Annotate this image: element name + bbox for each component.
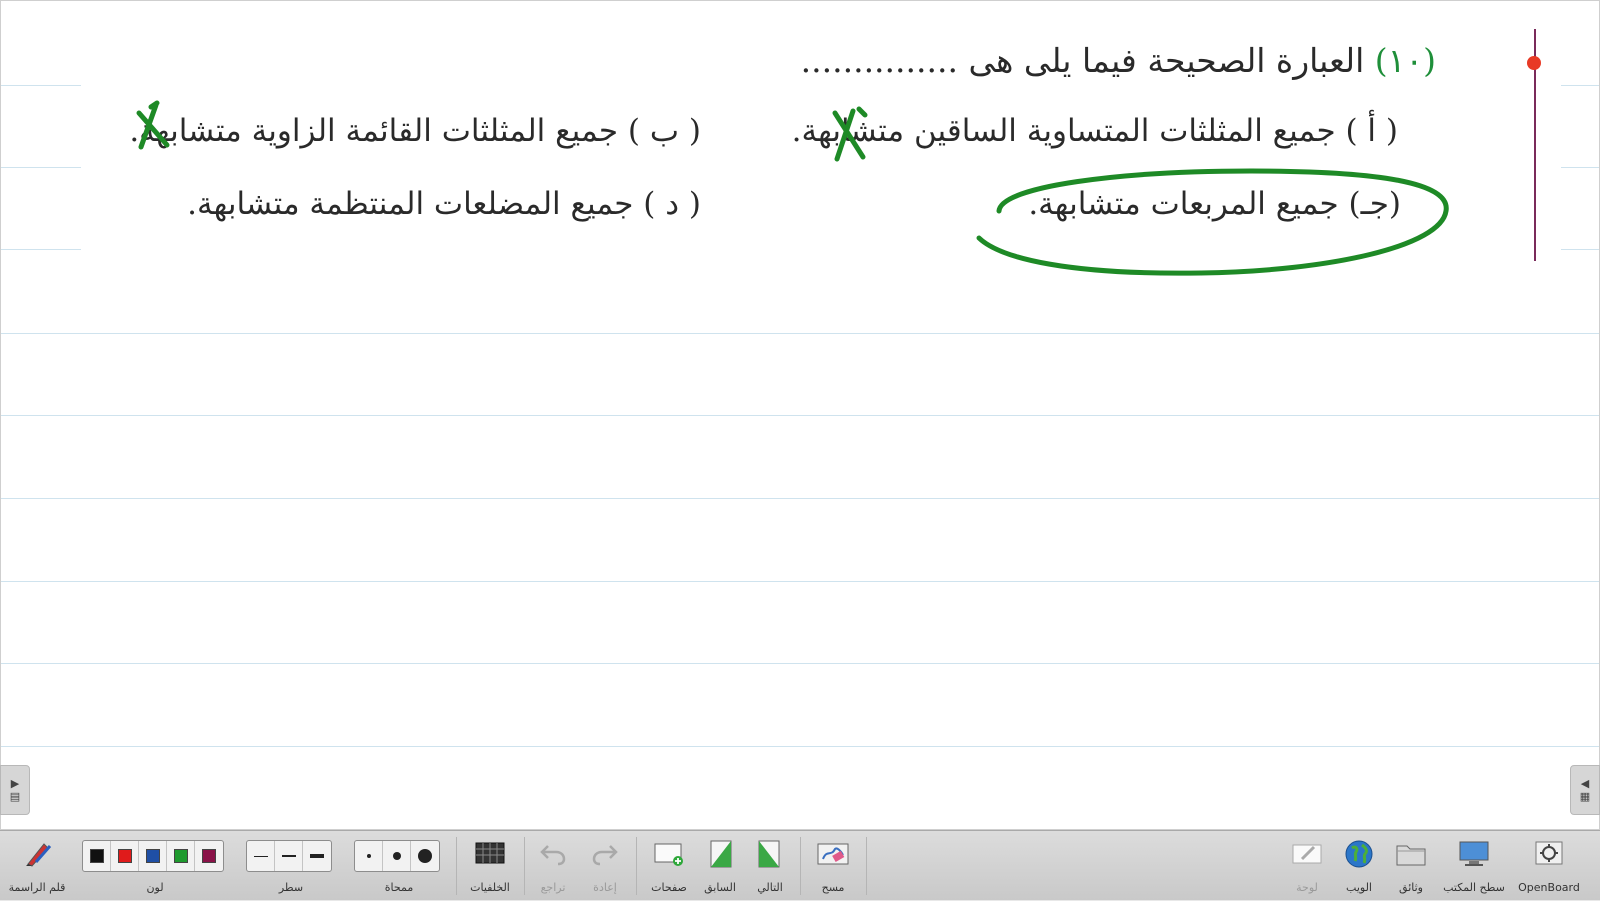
toolbar-separator xyxy=(524,837,525,895)
question-title: (١٠) العبارة الصحيحة فيما يلى هى .......… xyxy=(801,41,1436,80)
eraser-small-icon xyxy=(366,854,371,858)
question-text: العبارة الصحيحة فيما يلى هى ............… xyxy=(800,41,1365,80)
previous-label: السابق xyxy=(704,881,736,894)
line-thin-icon xyxy=(253,855,268,857)
whiteboard-canvas[interactable]: (١٠) العبارة الصحيحة فيما يلى هى .......… xyxy=(0,0,1600,830)
next-page-icon xyxy=(753,839,787,869)
line-medium-button[interactable] xyxy=(275,841,303,871)
color-label: لون xyxy=(146,881,164,894)
color-green-button[interactable] xyxy=(167,841,195,871)
line-medium-icon xyxy=(281,855,296,857)
color-black-button[interactable] xyxy=(83,841,111,871)
undo-icon xyxy=(536,839,570,869)
pages-label: صفحات xyxy=(651,881,687,894)
monitor-icon xyxy=(1457,839,1491,869)
previous-page-icon xyxy=(703,839,737,869)
line-thick-button[interactable] xyxy=(303,841,331,871)
new-page-button[interactable]: صفحات xyxy=(642,831,696,901)
clear-icon xyxy=(816,839,850,869)
desktop-mode-button[interactable]: سطح المكتب xyxy=(1440,831,1508,901)
pages-icon: ▤ xyxy=(9,790,21,803)
color-swatch xyxy=(202,849,216,863)
clear-page-button[interactable]: مسح xyxy=(806,831,860,901)
eraser-large-icon xyxy=(418,849,432,863)
eraser-small-button[interactable] xyxy=(355,841,383,871)
option-a: ( أ ) جميع المثلثات المتساوية الساقين مت… xyxy=(791,113,1398,149)
question-image[interactable]: (١٠) العبارة الصحيحة فيما يلى هى .......… xyxy=(81,1,1561,266)
undo-label: تراجع xyxy=(540,881,566,894)
line-label: سطر xyxy=(278,881,304,894)
line-thick-icon xyxy=(310,854,324,858)
desktop-label: سطح المكتب xyxy=(1443,881,1505,894)
color-blue-button[interactable] xyxy=(139,841,167,871)
toolbar-separator xyxy=(456,837,457,895)
eraser-size-options xyxy=(354,840,440,872)
color-picker: لون xyxy=(82,831,228,901)
eraser-medium-button[interactable] xyxy=(383,841,411,871)
color-purple-button[interactable] xyxy=(195,841,223,871)
bottom-toolbar: قلم الراسمة لون سطر ممحاة الخلفيات تراجع… xyxy=(0,830,1600,900)
color-swatch xyxy=(173,849,188,863)
documents-mode-button[interactable]: وثائق xyxy=(1386,831,1436,901)
undo-button[interactable]: تراجع xyxy=(528,831,578,901)
line-width-picker: سطر xyxy=(246,831,336,901)
eraser-large-button[interactable] xyxy=(411,841,439,871)
backgrounds-label: الخلفيات xyxy=(470,881,510,894)
gear-icon xyxy=(1532,839,1566,869)
line-thin-button[interactable] xyxy=(247,841,275,871)
option-d: ( د ) جميع المضلعات المنتظمة متشابهة. xyxy=(187,186,701,222)
openboard-menu-button[interactable]: OpenBoard xyxy=(1514,831,1584,901)
ruled-line xyxy=(1,333,1599,334)
toolbar-separator xyxy=(636,837,637,895)
pen-label: قلم الراسمة xyxy=(8,881,66,894)
toolbar-separator xyxy=(866,837,867,895)
eraser-medium-icon xyxy=(392,852,401,860)
color-swatch xyxy=(89,849,104,863)
ruled-line xyxy=(1,415,1599,416)
color-swatch xyxy=(145,849,160,863)
toolbar-separator xyxy=(800,837,801,895)
folder-icon xyxy=(1394,839,1428,869)
documents-label: وثائق xyxy=(1399,881,1423,894)
margin-dot xyxy=(1527,56,1541,70)
pen-tool-button[interactable]: قلم الراسمة xyxy=(4,831,70,901)
pen-icon xyxy=(20,839,54,869)
next-page-button[interactable]: التالي xyxy=(746,831,794,901)
question-number: (١٠) xyxy=(1374,41,1436,80)
globe-icon xyxy=(1342,839,1376,869)
board-label: لوحة xyxy=(1296,881,1318,894)
background-grid-icon xyxy=(473,839,507,869)
redo-button[interactable]: إعادة xyxy=(580,831,630,901)
clear-label: مسح xyxy=(821,881,845,894)
color-red-button[interactable] xyxy=(111,841,139,871)
color-swatch xyxy=(117,849,132,863)
board-mode-button[interactable]: لوحة xyxy=(1282,831,1332,901)
line-width-options xyxy=(246,840,332,872)
backgrounds-button[interactable]: الخلفيات xyxy=(462,831,518,901)
option-b: ( ب ) جميع المثلثات القائمة الزاوية متشا… xyxy=(129,113,701,149)
library-icon: ▦ xyxy=(1579,790,1591,803)
ruled-line xyxy=(1,746,1599,747)
redo-icon xyxy=(588,839,622,869)
eraser-size-picker: ممحاة xyxy=(354,831,444,901)
redo-label: إعادة xyxy=(593,881,617,894)
option-c: (جـ) جميع المربعات متشابهة. xyxy=(1028,186,1401,222)
ruled-line xyxy=(1,663,1599,664)
ruled-line xyxy=(1,498,1599,499)
previous-page-button[interactable]: السابق xyxy=(696,831,744,901)
left-panel-toggle[interactable]: ▶ ▤ xyxy=(0,765,30,815)
expand-right-icon: ▶ xyxy=(10,777,20,790)
board-icon xyxy=(1290,839,1324,869)
web-label: الويب xyxy=(1346,881,1372,894)
right-panel-toggle[interactable]: ◀ ▦ xyxy=(1570,765,1600,815)
expand-left-icon: ◀ xyxy=(1580,777,1590,790)
next-label: التالي xyxy=(757,881,783,894)
web-mode-button[interactable]: الويب xyxy=(1334,831,1384,901)
add-page-icon xyxy=(652,839,686,869)
openboard-label: OpenBoard xyxy=(1518,881,1580,894)
color-swatches xyxy=(82,840,224,872)
eraser-label: ممحاة xyxy=(384,881,414,894)
ruled-line xyxy=(1,581,1599,582)
